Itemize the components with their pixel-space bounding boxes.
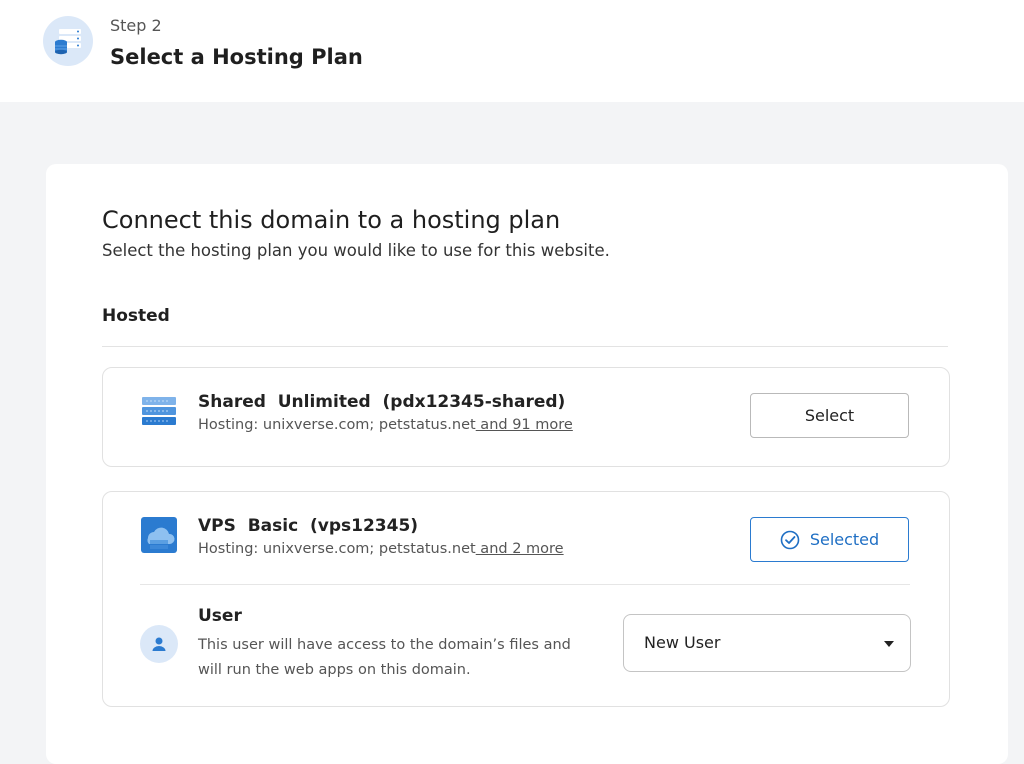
selected-button-label: Selected	[809, 530, 880, 549]
check-circle-icon	[780, 530, 800, 550]
hosting-card: Connect this domain to a hosting plan Se…	[46, 164, 1008, 764]
top-header: Step 2 Select a Hosting Plan	[0, 0, 1024, 102]
user-section-title: User	[198, 606, 242, 626]
step-label: Step 2	[110, 16, 162, 35]
plan-hosting-domains: Hosting: unixverse.com; petstatus.net an…	[198, 541, 564, 557]
server-database-icon	[43, 16, 93, 66]
user-icon	[140, 625, 178, 663]
user-description: This user will have access to the domain…	[198, 637, 571, 678]
plan-name: Shared Unlimited (pdx12345-shared)	[198, 392, 566, 412]
section-label-hosted: Hosted	[102, 306, 170, 326]
cloud-server-icon	[140, 516, 178, 554]
caret-down-icon	[884, 641, 894, 647]
user-select-dropdown[interactable]: New User	[623, 614, 911, 672]
plan-row-vps: VPS Basic (vps12345) Hosting: unixverse.…	[102, 491, 950, 707]
more-domains-link[interactable]: and 2 more	[476, 541, 563, 557]
plan-row-shared: Shared Unlimited (pdx12345-shared) Hosti…	[102, 367, 950, 467]
shared-server-icon	[140, 393, 178, 431]
hosting-domains-text: Hosting: unixverse.com; petstatus.net	[198, 417, 476, 433]
user-select-value: New User	[644, 633, 721, 652]
more-domains-link[interactable]: and 91 more	[476, 417, 573, 433]
section-divider	[102, 346, 948, 347]
hosting-domains-text: Hosting: unixverse.com; petstatus.net	[198, 541, 476, 557]
plan-divider	[140, 584, 910, 585]
plan-name: VPS Basic (vps12345)	[198, 516, 419, 536]
selected-plan-button[interactable]: Selected	[750, 517, 909, 562]
plan-hosting-domains: Hosting: unixverse.com; petstatus.net an…	[198, 417, 573, 433]
card-title: Connect this domain to a hosting plan	[102, 206, 561, 234]
page-title: Select a Hosting Plan	[110, 45, 363, 69]
select-plan-button[interactable]: Select	[750, 393, 909, 438]
card-subtitle: Select the hosting plan you would like t…	[102, 241, 610, 260]
